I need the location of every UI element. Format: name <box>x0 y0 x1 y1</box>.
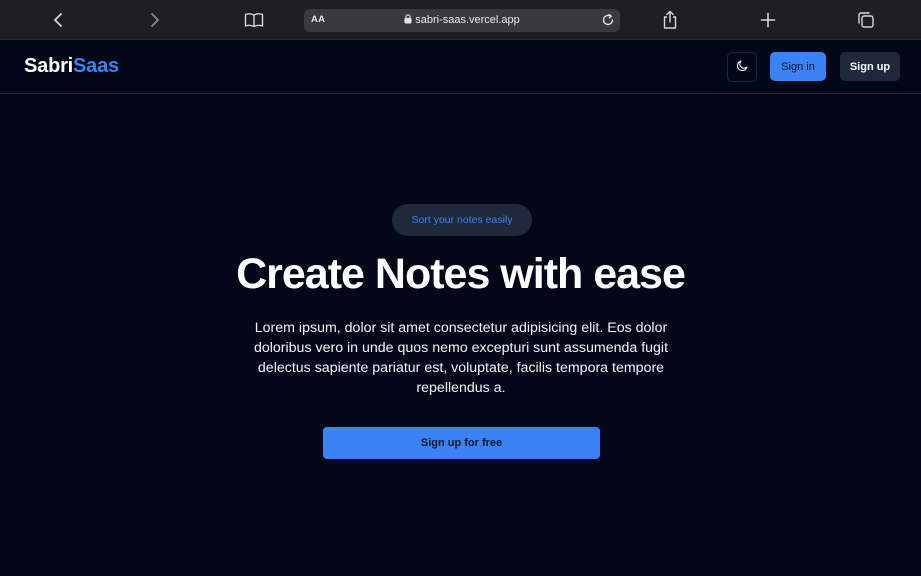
reload-icon[interactable] <box>601 13 615 27</box>
back-icon[interactable] <box>46 8 70 32</box>
hero-title: Create Notes with ease <box>236 250 686 298</box>
logo-text-primary: Sabri <box>24 55 74 77</box>
url-text: sabri-saas.vercel.app <box>415 14 520 26</box>
tagline-badge: Sort your notes easily <box>392 204 532 236</box>
url-display: sabri-saas.vercel.app <box>304 14 620 26</box>
share-icon[interactable] <box>658 8 682 32</box>
logo[interactable]: SabriSaas <box>24 55 119 78</box>
browser-toolbar: AA sabri-saas.vercel.app <box>0 0 921 40</box>
lock-icon <box>404 14 412 24</box>
theme-toggle-button[interactable] <box>727 52 757 82</box>
hero-description: Lorem ipsum, dolor sit amet consectetur … <box>253 320 669 396</box>
sign-in-button[interactable]: Sign in <box>770 52 826 81</box>
new-tab-icon[interactable] <box>756 8 780 32</box>
sign-up-free-button[interactable]: Sign up for free <box>323 427 600 459</box>
sign-up-button[interactable]: Sign up <box>840 52 900 81</box>
moon-icon <box>736 59 749 75</box>
forward-icon[interactable] <box>143 8 167 32</box>
site-header: SabriSaas Sign in Sign up <box>0 40 921 94</box>
tabs-icon[interactable] <box>854 8 878 32</box>
address-bar[interactable]: AA sabri-saas.vercel.app <box>304 9 620 32</box>
bookmarks-icon[interactable] <box>242 8 266 32</box>
logo-text-accent: Saas <box>73 55 119 77</box>
